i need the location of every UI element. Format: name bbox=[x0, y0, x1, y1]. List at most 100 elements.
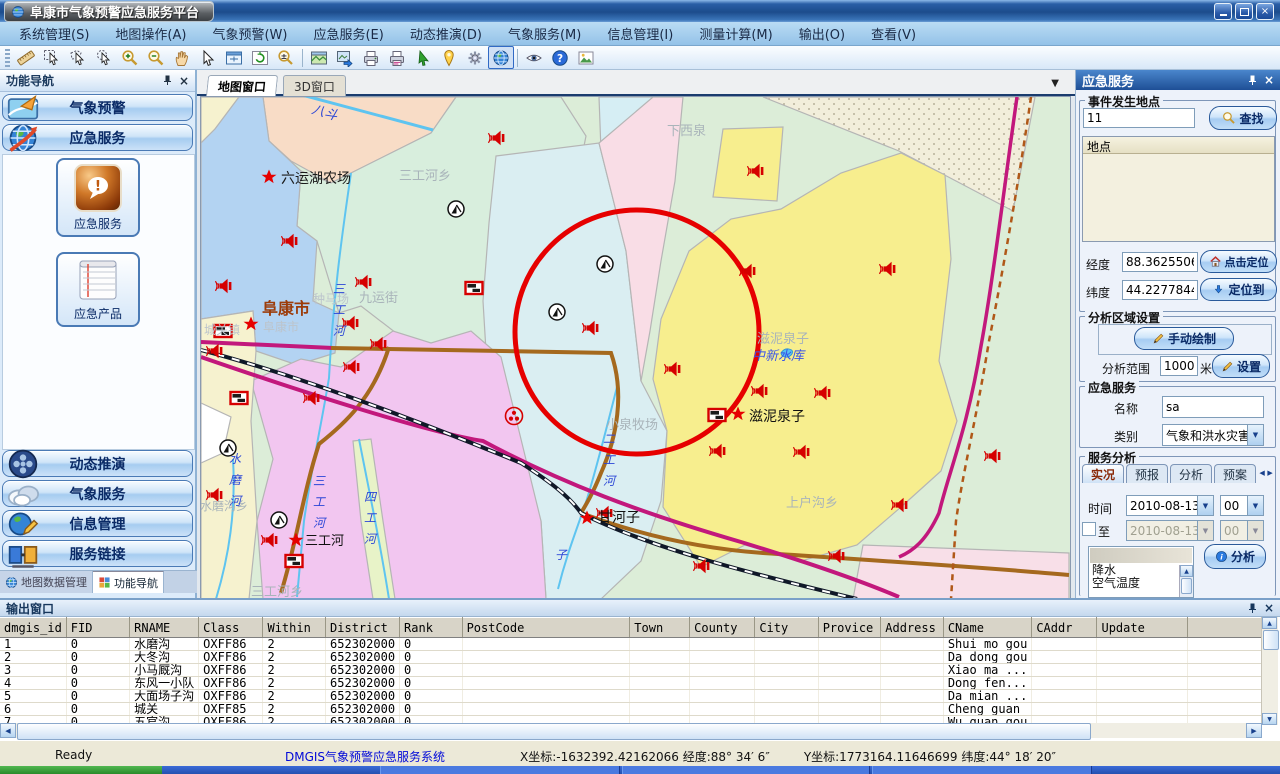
close-icon[interactable]: × bbox=[1264, 601, 1274, 615]
analysis-tab-预报[interactable]: 预报 bbox=[1126, 464, 1168, 483]
table-row[interactable]: 30小马厩沟OXFF8626523020000Xiao ma ... bbox=[0, 664, 1262, 677]
map-tab-地图窗口[interactable]: 地图窗口 bbox=[206, 75, 278, 97]
column-header-City[interactable]: City bbox=[755, 618, 818, 638]
nav-group-动态推演[interactable]: 动态推演 bbox=[2, 450, 193, 477]
globe-button[interactable] bbox=[488, 46, 514, 69]
to-checkbox[interactable] bbox=[1082, 522, 1096, 536]
analysis-tab-实况[interactable]: 实况 bbox=[1082, 464, 1124, 483]
pointer-green-button[interactable] bbox=[410, 46, 436, 69]
analyze-button[interactable]: i 分析 bbox=[1204, 544, 1266, 569]
table-row[interactable]: 60城关OXFF8526523020000Cheng guan bbox=[0, 703, 1262, 716]
click-locate-button[interactable]: 点击定位 bbox=[1200, 250, 1277, 273]
date-select[interactable]: 2010-08-13▼ bbox=[1126, 495, 1214, 516]
refresh-button[interactable] bbox=[247, 46, 273, 69]
restore-button[interactable] bbox=[1235, 3, 1253, 20]
table-horizontal-scrollbar[interactable]: ◀ ▶ bbox=[0, 723, 1262, 738]
location-list[interactable]: 地点 bbox=[1082, 136, 1275, 242]
picture-button[interactable] bbox=[573, 46, 599, 69]
pin-icon[interactable] bbox=[1247, 75, 1258, 86]
minimize-button[interactable] bbox=[1214, 3, 1232, 20]
analysis-tab-分析[interactable]: 分析 bbox=[1170, 464, 1212, 483]
tab-scroll-right-icon[interactable]: ▶ bbox=[1266, 464, 1274, 482]
column-header-Update[interactable]: Update bbox=[1097, 618, 1188, 638]
column-header-County[interactable]: County bbox=[690, 618, 755, 638]
printer-button[interactable] bbox=[358, 46, 384, 69]
column-header-District[interactable]: District bbox=[326, 618, 400, 638]
map-canvas[interactable]: 八斗下西泉三工河乡六运湖农场九运街阜康市城关镇阜康市种马场滋泥泉子中新水库滋泥泉… bbox=[200, 96, 1071, 600]
table-row[interactable]: 40东风一小队OXFF8626523020000Dong fen... bbox=[0, 677, 1262, 690]
service-name-input[interactable] bbox=[1162, 396, 1264, 418]
column-header-Provice[interactable]: Provice bbox=[818, 618, 881, 638]
menu-item-3[interactable]: 应急服务(E) bbox=[300, 21, 396, 46]
nav-button-应急服务[interactable]: !应急服务 bbox=[56, 158, 140, 237]
menu-item-5[interactable]: 气象服务(M) bbox=[495, 21, 594, 46]
date-to-select[interactable]: 2010-08-13▼ bbox=[1126, 520, 1214, 541]
select-poly-button[interactable] bbox=[65, 46, 91, 69]
manual-draw-button[interactable]: 手动绘制 bbox=[1134, 327, 1234, 350]
eye-button[interactable] bbox=[521, 46, 547, 69]
nav-group-信息管理[interactable]: 信息管理 bbox=[2, 510, 193, 537]
zoom-out-button[interactable] bbox=[143, 46, 169, 69]
column-header-PostCode[interactable]: PostCode bbox=[462, 618, 630, 638]
column-header-Address[interactable]: Address bbox=[881, 618, 944, 638]
column-header-dmgis_id[interactable]: dmgis_id bbox=[0, 618, 66, 638]
range-input[interactable] bbox=[1160, 356, 1198, 376]
tab-scroll-left-icon[interactable]: ◀ bbox=[1258, 464, 1266, 482]
toolbar-grip[interactable] bbox=[5, 49, 10, 67]
nav-button-应急产品[interactable]: 应急产品 bbox=[56, 252, 140, 327]
select-free-button[interactable] bbox=[91, 46, 117, 69]
table-vertical-scrollbar[interactable]: ▲ ▼ bbox=[1261, 617, 1278, 725]
menu-item-6[interactable]: 信息管理(I) bbox=[594, 21, 686, 46]
menu-item-0[interactable]: 系统管理(S) bbox=[6, 21, 102, 46]
map-tab-3D窗口[interactable]: 3D窗口 bbox=[283, 75, 346, 97]
pin-icon[interactable] bbox=[162, 75, 173, 86]
nav-group-服务链接[interactable]: 服务链接 bbox=[2, 540, 193, 567]
image-export-button[interactable] bbox=[332, 46, 358, 69]
pan-button[interactable] bbox=[169, 46, 195, 69]
full-extent-button[interactable] bbox=[221, 46, 247, 69]
column-header-CAddr[interactable]: CAddr bbox=[1032, 618, 1097, 638]
hour-to-select[interactable]: 00▼ bbox=[1220, 520, 1264, 541]
element-listbox[interactable]: 降水空气温度 ▲ bbox=[1088, 546, 1194, 598]
gear-button[interactable] bbox=[462, 46, 488, 69]
analysis-tab-预案[interactable]: 预案 bbox=[1214, 464, 1256, 483]
map-image-button[interactable] bbox=[306, 46, 332, 69]
menu-item-8[interactable]: 输出(O) bbox=[786, 21, 858, 46]
pin-icon[interactable] bbox=[1247, 603, 1258, 614]
pointer-button[interactable] bbox=[195, 46, 221, 69]
pin-yellow-button[interactable] bbox=[436, 46, 462, 69]
chevron-down-icon[interactable]: ▼ bbox=[1051, 78, 1059, 89]
latitude-input[interactable] bbox=[1122, 280, 1198, 300]
menu-item-9[interactable]: 查看(V) bbox=[858, 21, 929, 46]
column-header-Town[interactable]: Town bbox=[630, 618, 690, 638]
menu-item-4[interactable]: 动态推演(D) bbox=[397, 21, 495, 46]
location-search-input[interactable] bbox=[1083, 108, 1195, 128]
printer-color-button[interactable] bbox=[384, 46, 410, 69]
zoom-in-button[interactable] bbox=[117, 46, 143, 69]
zoom-ratio-button[interactable]: ± bbox=[273, 46, 299, 69]
menu-item-7[interactable]: 测量计算(M) bbox=[686, 21, 785, 46]
list-item[interactable]: 空气温度 bbox=[1089, 577, 1193, 590]
nav-tab-功能导航[interactable]: 功能导航 bbox=[93, 571, 164, 593]
close-icon[interactable]: × bbox=[1264, 73, 1274, 87]
close-icon[interactable]: × bbox=[179, 74, 189, 88]
goto-button[interactable]: 定位到 bbox=[1200, 278, 1277, 301]
select-rect-button[interactable] bbox=[39, 46, 65, 69]
menu-item-1[interactable]: 地图操作(A) bbox=[102, 21, 199, 46]
table-row[interactable]: 50大面场子沟OXFF8626523020000Da mian ... bbox=[0, 690, 1262, 703]
column-header-Class[interactable]: Class bbox=[199, 618, 263, 638]
ruler-button[interactable] bbox=[13, 46, 39, 69]
search-button[interactable]: 查找 bbox=[1209, 106, 1277, 130]
service-type-select[interactable]: 气象和洪水灾害▼ bbox=[1162, 424, 1264, 446]
close-button[interactable]: × bbox=[1256, 3, 1274, 20]
help-button[interactable]: ? bbox=[547, 46, 573, 69]
column-header-Within[interactable]: Within bbox=[263, 618, 326, 638]
longitude-input[interactable] bbox=[1122, 252, 1198, 272]
table-row[interactable]: 10水磨沟OXFF8626523020000Shui mo gou bbox=[0, 638, 1262, 651]
hour-select[interactable]: 00▼ bbox=[1220, 495, 1264, 516]
listbox-scrollbar[interactable]: ▲ bbox=[1179, 565, 1193, 597]
column-header-FID[interactable]: FID bbox=[66, 618, 129, 638]
nav-group-应急服务[interactable]: 应急服务 bbox=[2, 124, 193, 151]
nav-group-气象预警[interactable]: 气象预警 bbox=[2, 94, 193, 121]
set-button[interactable]: 设置 bbox=[1212, 354, 1270, 378]
